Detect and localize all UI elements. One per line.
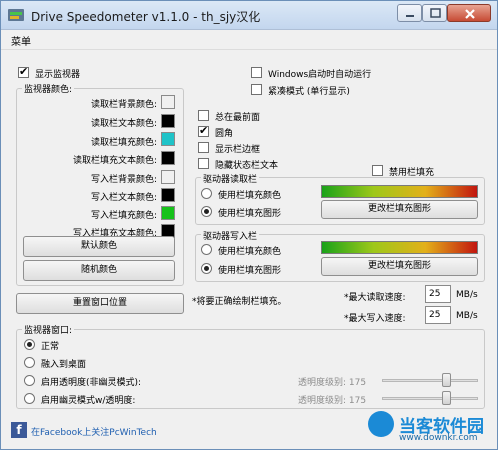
write-fill-color-option-label: 使用栏填充颜色 (218, 247, 282, 257)
window-normal-label: 正常 (41, 342, 60, 352)
facebook-follow-link[interactable]: 在Facebook上关注PcWinTech (31, 425, 157, 438)
monitor-colors-title: 监视器颜色: (22, 82, 75, 95)
max-read-speed-unit: MB/s (456, 290, 478, 300)
title-bar[interactable]: Drive Speedometer v1.1.0 - th_sjy汉化 (1, 1, 497, 30)
write-fill-image-radio[interactable] (201, 263, 212, 274)
max-write-speed-label: *最大写入速度: (344, 314, 406, 324)
write-fill-image-option-label: 使用栏填充图形 (218, 266, 282, 276)
write-text-color-label: 写入栏文本颜色: (90, 193, 157, 203)
read-fill-text-color-swatch[interactable] (161, 151, 175, 165)
read-fill-text-color-label: 读取栏填充文本颜色: (72, 156, 157, 166)
menu-bar: 菜单 (1, 30, 497, 50)
write-bar-fill-preview (321, 241, 478, 254)
read-bar-title: 驱动器读取栏 (201, 172, 260, 185)
hide-status-text-label: 隐藏状态栏文本 (215, 161, 279, 171)
minimize-button[interactable] (397, 4, 422, 22)
show-bar-border-label: 显示栏边框 (215, 145, 261, 155)
read-bg-color-swatch[interactable] (161, 95, 175, 109)
transparency-slider-2-thumb[interactable] (441, 391, 451, 405)
window-ghost-label: 启用幽灵模式w/透明度: (41, 396, 136, 406)
show-bar-border-checkbox[interactable] (198, 142, 209, 153)
write-bar-title: 驱动器写入栏 (201, 229, 260, 242)
write-bg-color-label: 写入栏背景颜色: (90, 175, 157, 185)
facebook-icon[interactable]: f (11, 422, 27, 438)
read-fill-color-radio[interactable] (201, 188, 212, 199)
write-text-color-swatch[interactable] (161, 188, 175, 202)
minimize-icon (406, 15, 414, 17)
watermark-logo-icon (368, 411, 394, 437)
read-text-color-label: 读取栏文本颜色: (90, 119, 157, 129)
rounded-corners-label: 圆角 (215, 129, 234, 139)
maximize-button[interactable] (422, 4, 447, 22)
window-transparency-label: 启用透明度(非幽灵模式): (41, 378, 142, 388)
always-on-top-checkbox[interactable] (198, 110, 209, 121)
disable-fill-checkbox[interactable] (372, 165, 383, 176)
startup-checkbox[interactable] (251, 67, 262, 78)
show-monitor-checkbox[interactable] (18, 65, 29, 78)
write-fill-color-swatch[interactable] (161, 206, 175, 220)
window-normal-radio[interactable] (24, 339, 35, 350)
random-colors-button[interactable]: 随机颜色 (23, 260, 175, 281)
write-bg-color-swatch[interactable] (161, 170, 175, 184)
monitor-window-title: 监视器窗口: (22, 323, 75, 336)
app-window: Drive Speedometer v1.1.0 - th_sjy汉化 菜单 显… (0, 0, 498, 450)
show-monitor-label: 显示监视器 (35, 70, 81, 80)
write-fill-color-label: 写入栏填充颜色: (90, 211, 157, 221)
transparency-slider-1-thumb[interactable] (441, 373, 451, 387)
hide-status-text-checkbox[interactable] (198, 158, 209, 169)
write-fill-color-radio[interactable] (201, 244, 212, 255)
close-icon (465, 9, 475, 19)
read-fill-color-swatch[interactable] (161, 132, 175, 146)
startup-label: Windows启动时自动运行 (268, 70, 372, 80)
always-on-top-label: 总在最前面 (215, 113, 261, 123)
read-fill-image-option-label: 使用栏填充图形 (218, 209, 282, 219)
transparency-slider-2[interactable] (382, 397, 478, 400)
close-button[interactable] (447, 4, 491, 22)
compact-mode-checkbox[interactable] (251, 84, 262, 95)
window-ghost-radio[interactable] (24, 393, 35, 404)
max-write-speed-input[interactable]: 25 (425, 306, 451, 324)
read-change-fill-image-button[interactable]: 更改栏填充图形 (321, 200, 478, 219)
transparency-level-label-2: 透明度级别: 175 (298, 396, 367, 406)
menu-item-main[interactable]: 菜单 (11, 33, 31, 48)
window-title: Drive Speedometer v1.1.0 - th_sjy汉化 (31, 10, 261, 24)
read-fill-image-radio[interactable] (201, 206, 212, 217)
window-desktop-label: 融入到桌面 (41, 360, 87, 370)
transparency-level-label-1: 透明度级别: 175 (298, 378, 367, 388)
read-bar-fill-preview (321, 185, 478, 198)
maximize-icon (430, 8, 441, 18)
read-text-color-swatch[interactable] (161, 114, 175, 128)
max-read-speed-label: *最大读取速度: (344, 293, 406, 303)
reset-window-position-button[interactable]: 重置窗口位置 (16, 293, 184, 314)
max-write-speed-unit: MB/s (456, 311, 478, 321)
window-transparency-radio[interactable] (24, 375, 35, 386)
read-fill-color-option-label: 使用栏填充颜色 (218, 191, 282, 201)
speedometer-app-icon (8, 9, 24, 21)
compact-mode-label: 紧凑模式 (单行显示) (268, 87, 350, 97)
read-fill-color-label: 读取栏填充颜色: (90, 138, 157, 148)
write-change-fill-image-button[interactable]: 更改栏填充图形 (321, 257, 478, 276)
watermark-url: www.downkr.com (399, 433, 478, 443)
max-read-speed-input[interactable]: 25 (425, 285, 451, 303)
fill-note: *将要正确绘制栏填充。 (192, 297, 287, 307)
read-bg-color-label: 读取栏背景颜色: (90, 100, 157, 110)
transparency-slider-1[interactable] (382, 379, 478, 382)
window-desktop-radio[interactable] (24, 357, 35, 368)
default-colors-button[interactable]: 默认颜色 (23, 236, 175, 257)
rounded-corners-checkbox[interactable] (198, 124, 209, 137)
